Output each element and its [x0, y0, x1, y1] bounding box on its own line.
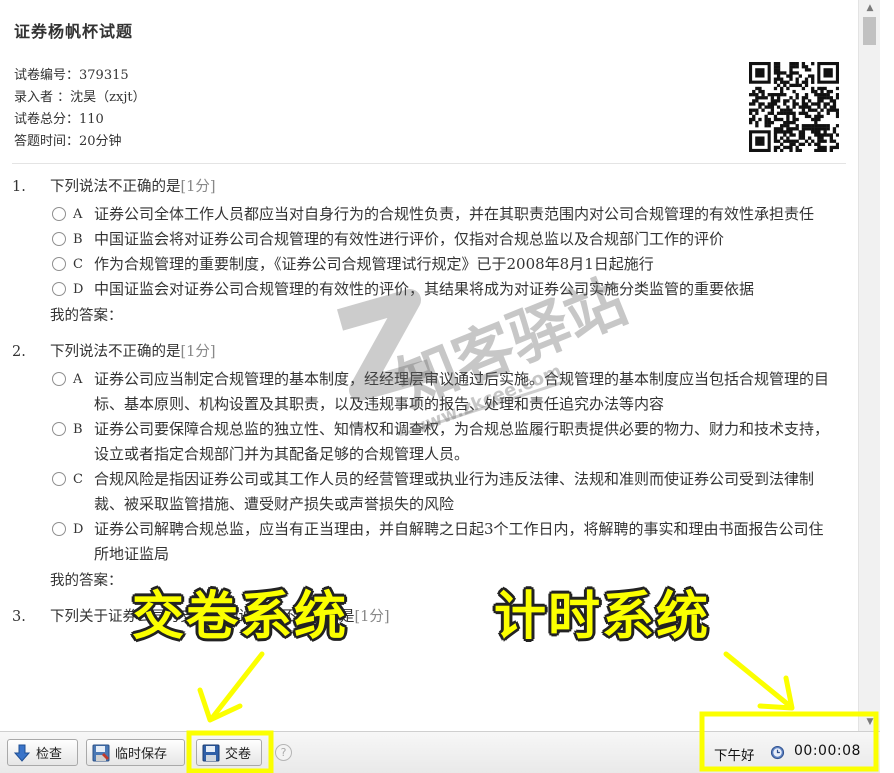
question-score: [1分] — [180, 179, 216, 195]
qr-code-icon — [749, 62, 839, 152]
option-radio[interactable] — [52, 522, 66, 536]
check-button[interactable]: 检查 — [7, 739, 78, 766]
option-letter: A — [73, 207, 83, 222]
exam-content-area[interactable]: 证券杨帆杯试题 试卷编号：379315 录入者 ：沈昊（zxjt） 试卷总分：1… — [0, 0, 858, 731]
question-number: 2. — [12, 344, 26, 360]
paper-title: 证券杨帆杯试题 — [14, 22, 134, 41]
question-item: 1. 下列说法不正确的是[1分] A 证券公司全体工作人员都应当对自身行为的合规性负责… — [12, 177, 846, 328]
save-disk-icon — [92, 744, 110, 761]
option-letter: D — [73, 282, 84, 297]
option-radio[interactable] — [52, 257, 66, 271]
option-letter: A — [73, 372, 83, 387]
submit-disk-icon — [202, 744, 220, 761]
option-list: A 证券公司全体工作人员都应当对自身行为的合规性负责，并在其职责范围内对公司合规管… — [12, 202, 846, 302]
option-letter: C — [73, 257, 83, 272]
question-list: 1. 下列说法不正确的是[1分] A 证券公司全体工作人员都应当对自身行为的合规性负责… — [12, 177, 846, 641]
option-text: 证券公司解聘合规总监，应当有正当理由，并自解聘之日起3个工作日内，将解聘的事实和… — [94, 520, 824, 563]
option-text: 证券公司要保障合规总监的独立性、知情权和调查权，为合规总监履行职责提供必要的物力… — [94, 420, 830, 463]
submit-button-label: 交卷 — [225, 747, 252, 762]
check-button-label: 检查 — [36, 747, 63, 762]
vertical-scrollbar[interactable]: ▲ ▼ — [858, 0, 880, 731]
question-stem: 1. 下列说法不正确的是[1分] — [12, 177, 846, 197]
answer-option[interactable]: B 证券公司要保障合规总监的独立性、知情权和调查权，为合规总监履行职责提供必要的物… — [12, 417, 846, 467]
submit-button[interactable]: 交卷 — [196, 739, 262, 766]
option-radio[interactable] — [52, 232, 66, 246]
option-radio[interactable] — [52, 207, 66, 221]
option-radio[interactable] — [52, 372, 66, 386]
meta-divider — [12, 163, 846, 164]
answer-option[interactable]: C 合规风险是指因证券公司或其工作人员的经营管理或执业行为违反法律、法规和准则而使… — [12, 467, 846, 517]
option-letter: D — [73, 522, 84, 537]
question-text: 下列说法不正确的是[1分] — [50, 179, 216, 195]
help-icon[interactable]: ? — [275, 744, 292, 761]
option-letter: B — [73, 232, 83, 247]
meta-duration: 答题时间：20分钟 — [14, 134, 122, 149]
option-text: 中国证监会对证券公司合规管理的有效性的评价，其结果将成为对证券公司实施分类监管的… — [94, 280, 755, 298]
question-number: 1. — [12, 179, 26, 195]
question-score: [1分] — [354, 609, 390, 625]
greeting-text: 下午好 — [714, 748, 755, 764]
window-edge — [880, 0, 894, 773]
meta-author: 录入者 ：沈昊（zxjt） — [14, 90, 146, 105]
temp-save-button-label: 临时保存 — [115, 747, 168, 762]
scroll-up-arrow-icon[interactable]: ▲ — [859, 0, 881, 17]
option-letter: C — [73, 472, 83, 487]
question-item: 2. 下列说法不正确的是[1分] A 证券公司应当制定合规管理的基本制度，经经理层审议… — [12, 342, 846, 593]
submit-system-callout: 交卷系统 — [132, 587, 349, 647]
option-text: 作为合规管理的重要制度，《证券公司合规管理试行规定》已于2008年8月1日起施行 — [94, 255, 654, 273]
question-text: 下列说法不正确的是[1分] — [50, 344, 216, 360]
clock-icon — [770, 745, 785, 760]
answer-option[interactable]: B 中国证监会将对证券公司合规管理的有效性进行评价，仅指对合规总监以及合规部门工作… — [12, 227, 846, 252]
answer-option[interactable]: A 证券公司全体工作人员都应当对自身行为的合规性负责，并在其职责范围内对公司合规管… — [12, 202, 846, 227]
answer-option[interactable]: D 中国证监会对证券公司合规管理的有效性的评价，其结果将成为对证券公司实施分类监管… — [12, 277, 846, 302]
question-score: [1分] — [180, 344, 216, 360]
answer-option[interactable]: C 作为合规管理的重要制度，《证券公司合规管理试行规定》已于2008年8月1日起施… — [12, 252, 846, 277]
timer-system-callout: 计时系统 — [494, 587, 711, 647]
paper-meta: 试卷编号：379315 录入者 ：沈昊（zxjt） 试卷总分：110 答题时间：… — [14, 65, 146, 153]
scroll-thumb[interactable] — [863, 17, 876, 45]
scroll-down-arrow-icon[interactable]: ▼ — [859, 714, 881, 731]
option-list: A 证券公司应当制定合规管理的基本制度，经经理层审议通过后实施。合规管理的基本制度… — [12, 367, 846, 567]
option-text: 证券公司应当制定合规管理的基本制度，经经理层审议通过后实施。合规管理的基本制度应… — [94, 370, 830, 413]
option-text: 证券公司全体工作人员都应当对自身行为的合规性负责，并在其职责范围内对公司合规管理… — [94, 205, 815, 223]
answer-option[interactable]: A 证券公司应当制定合规管理的基本制度，经经理层审议通过后实施。合规管理的基本制度… — [12, 367, 846, 417]
bottom-toolbar: 检查 临时保存 交卷 ? 下午好 00:00:08 — [0, 731, 880, 773]
temp-save-button[interactable]: 临时保存 — [86, 739, 185, 766]
option-text: 中国证监会将对证券公司合规管理的有效性进行评价，仅指对合规总监以及合规部门工作的… — [94, 230, 725, 248]
countdown-timer: 00:00:08 — [794, 743, 861, 759]
option-radio[interactable] — [52, 422, 66, 436]
option-radio[interactable] — [52, 282, 66, 296]
option-letter: B — [73, 422, 83, 437]
my-answer-label: 我的答案： — [50, 308, 123, 324]
question-stem: 2. 下列说法不正确的是[1分] — [12, 342, 846, 362]
meta-paper-id: 试卷编号：379315 — [14, 68, 129, 83]
option-text: 合规风险是指因证券公司或其工作人员的经营管理或执业行为违反法律、法规和准则而使证… — [94, 470, 815, 513]
answer-option[interactable]: D 证券公司解聘合规总监，应当有正当理由，并自解聘之日起3个工作日内，将解聘的事实… — [12, 517, 846, 567]
option-radio[interactable] — [52, 472, 66, 486]
question-number: 3. — [12, 609, 26, 625]
check-arrow-icon — [13, 744, 31, 762]
meta-total-score: 试卷总分：110 — [14, 112, 104, 127]
